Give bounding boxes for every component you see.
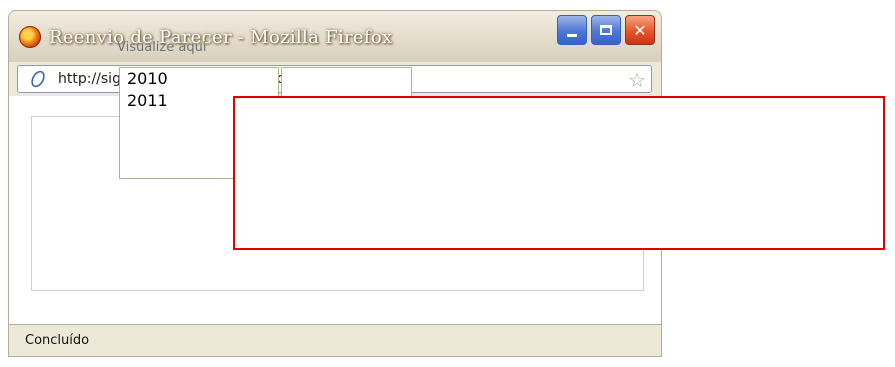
close-button[interactable]: ✕ xyxy=(625,15,655,45)
bookmark-star-icon[interactable]: ☆ xyxy=(628,68,646,92)
hint-text: Visualize aqui xyxy=(117,40,207,55)
title-bar[interactable]: Reenvio de Parecer - Mozilla Firefox ✕ xyxy=(8,10,662,62)
status-bar: Concluído xyxy=(8,324,662,357)
redaction-box xyxy=(233,96,885,250)
window-title: Reenvio de Parecer - Mozilla Firefox xyxy=(49,26,393,48)
status-text: Concluído xyxy=(25,333,90,348)
maximize-icon xyxy=(592,16,620,44)
minimize-button[interactable] xyxy=(557,15,587,45)
firefox-icon xyxy=(19,26,41,48)
window-controls: ✕ xyxy=(557,15,655,45)
year-option[interactable]: 2010 xyxy=(120,68,278,90)
minimize-icon xyxy=(558,16,586,44)
close-icon: ✕ xyxy=(633,20,647,40)
page-icon xyxy=(28,69,48,89)
maximize-button[interactable] xyxy=(591,15,621,45)
